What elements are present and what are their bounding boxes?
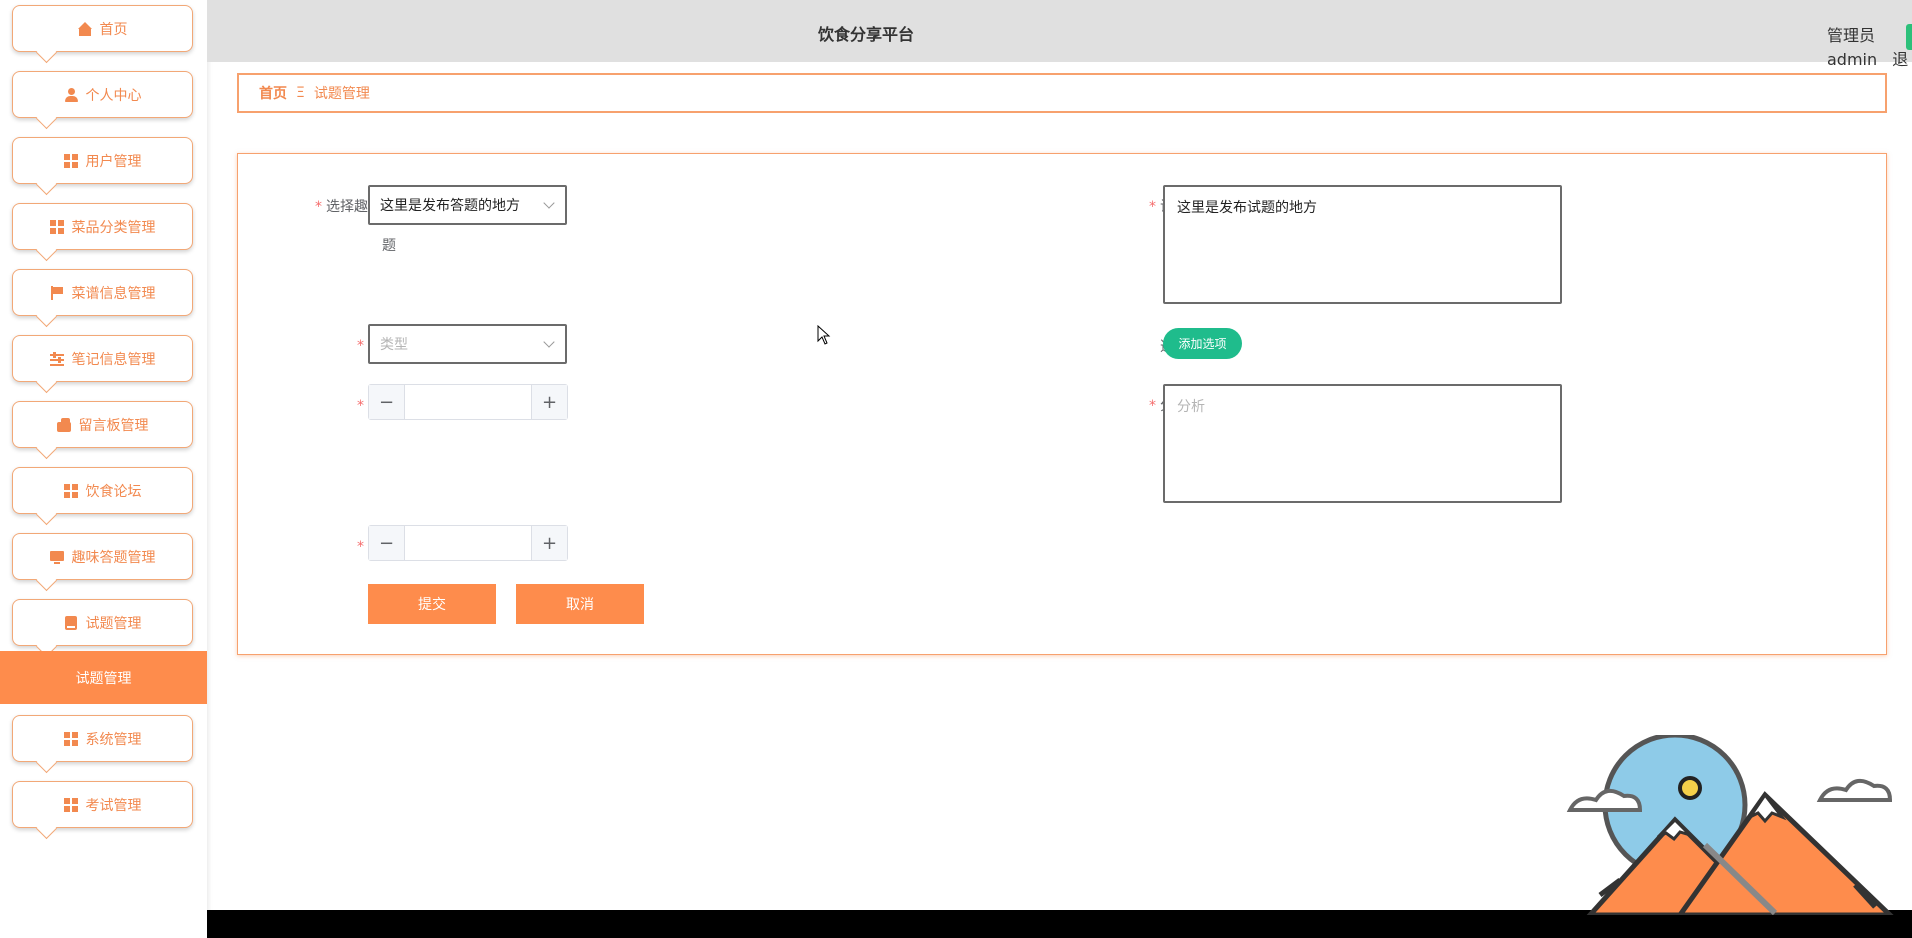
- breadcrumb: 首页 Ξ 试题管理: [237, 73, 1887, 113]
- sidebar-item-users[interactable]: 用户管理: [12, 137, 193, 184]
- flag-icon: [50, 285, 64, 300]
- analysis-textarea[interactable]: [1163, 384, 1562, 503]
- sidebar-item-label: 笔记信息管理: [71, 351, 156, 368]
- question-textarea[interactable]: 这里是发布试题的地方: [1163, 185, 1562, 304]
- score-stepper: − +: [368, 384, 568, 420]
- sliders-icon: [49, 351, 64, 366]
- sidebar-item-exam[interactable]: 考试管理: [12, 781, 193, 828]
- grid-icon: [63, 153, 78, 168]
- admin-label: 管理员 admin: [1827, 26, 1878, 69]
- breadcrumb-current: 试题管理: [313, 86, 370, 102]
- monitor-icon: [49, 550, 64, 564]
- sidebar-item-notes[interactable]: 笔记信息管理: [12, 335, 193, 382]
- sidebar-item-label: 趣味答题管理: [71, 549, 156, 566]
- top-header: 饮食分享平台 管理员 admin 退出登录: [207, 0, 1912, 93]
- type-select-placeholder: 类型: [380, 337, 408, 353]
- sidebar-item-message-board[interactable]: 留言板管理: [12, 401, 193, 448]
- sidebar-item-dish-category[interactable]: 菜品分类管理: [12, 203, 193, 250]
- score-input[interactable]: [405, 385, 531, 419]
- order-stepper: − +: [368, 525, 568, 561]
- sidebar-item-label: 饮食论坛: [85, 483, 142, 500]
- sidebar-item-label: 菜谱信息管理: [71, 285, 156, 302]
- sidebar-item-questions[interactable]: 试题管理: [12, 599, 193, 646]
- book-icon: [64, 615, 78, 630]
- user-icon: [64, 87, 78, 102]
- chevron-down-icon: [543, 197, 555, 209]
- breadcrumb-home[interactable]: 首页: [259, 83, 287, 103]
- score-increment-button[interactable]: +: [531, 385, 567, 419]
- wallet-icon: [56, 417, 71, 432]
- sidebar: 首页 个人中心 用户管理 菜品分类管理 菜谱信息管理 笔记信息管理 留言板管理 …: [0, 0, 207, 938]
- cancel-button[interactable]: 取消: [516, 584, 644, 624]
- question-form: *选择趣味答 题 这里是发布答题的地方 *试题 这里是发布试题的地方 *类型 类…: [237, 153, 1887, 655]
- sidebar-item-label: 个人中心: [85, 87, 142, 104]
- sidebar-item-label: 首页: [99, 21, 128, 38]
- quiz-select-value: 这里是发布答题的地方: [380, 198, 520, 214]
- sidebar-subitem-questions-active[interactable]: 试题管理: [0, 651, 207, 704]
- quiz-select-label-line2: 题: [382, 238, 396, 254]
- grid-icon: [63, 797, 78, 812]
- sidebar-item-label: 考试管理: [85, 797, 142, 814]
- sidebar-item-profile[interactable]: 个人中心: [12, 71, 193, 118]
- submit-button[interactable]: 提交: [368, 584, 496, 624]
- quiz-select[interactable]: 这里是发布答题的地方: [368, 185, 567, 225]
- sidebar-item-system[interactable]: 系统管理: [12, 715, 193, 762]
- sidebar-item-label: 系统管理: [85, 731, 142, 748]
- mouse-cursor-icon: [817, 325, 831, 345]
- app-title: 饮食分享平台: [817, 25, 914, 44]
- grid-icon: [63, 731, 78, 746]
- sidebar-subitem-label: 试题管理: [75, 670, 132, 687]
- edge-indicator: [1906, 24, 1912, 50]
- order-decrement-button[interactable]: −: [369, 526, 405, 560]
- breadcrumb-separator-icon: Ξ: [296, 85, 305, 101]
- grid-icon: [63, 483, 78, 498]
- home-icon: [77, 21, 92, 36]
- sidebar-item-label: 试题管理: [85, 615, 142, 632]
- order-input[interactable]: [405, 526, 531, 560]
- add-option-button[interactable]: 添加选项: [1163, 328, 1242, 359]
- sidebar-item-recipes[interactable]: 菜谱信息管理: [12, 269, 193, 316]
- sidebar-item-label: 用户管理: [85, 153, 142, 170]
- type-select[interactable]: 类型: [368, 324, 567, 364]
- grid-icon: [49, 219, 64, 234]
- score-decrement-button[interactable]: −: [369, 385, 405, 419]
- order-increment-button[interactable]: +: [531, 526, 567, 560]
- sidebar-item-label: 留言板管理: [78, 417, 149, 434]
- chevron-down-icon: [543, 336, 555, 348]
- sidebar-item-forum[interactable]: 饮食论坛: [12, 467, 193, 514]
- sidebar-item-home[interactable]: 首页: [12, 5, 193, 52]
- sidebar-item-quiz[interactable]: 趣味答题管理: [12, 533, 193, 580]
- sidebar-item-label: 菜品分类管理: [71, 219, 156, 236]
- mountain-illustration-icon: [1566, 735, 1894, 915]
